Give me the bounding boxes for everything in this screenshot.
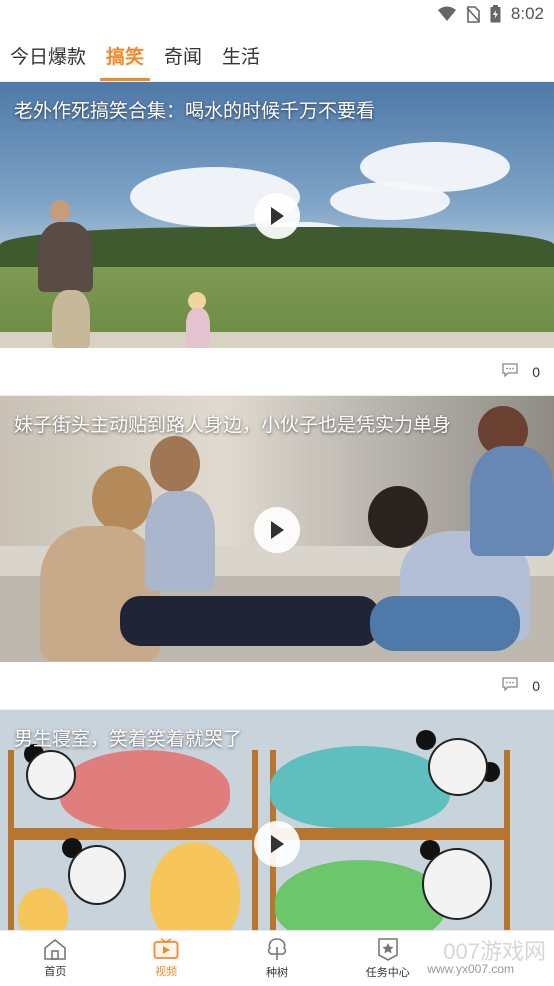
video-card[interactable]: 老外作死搞笑合集：喝水的时候千万不要看 0 [0, 82, 554, 396]
nav-tree-label: 种树 [265, 966, 288, 979]
video-card[interactable]: 妹子街头主动贴到路人身边，小伙子也是凭实力单身 0 [0, 396, 554, 710]
status-bar: 8:02 [0, 0, 554, 28]
tab-life[interactable]: 生活 [222, 42, 260, 81]
video-thumbnail[interactable]: 男生寝室，笑着笑着就哭了 [0, 710, 554, 930]
card-footer: 0 [0, 348, 554, 396]
play-button[interactable] [254, 821, 300, 867]
comment-count: 0 [532, 363, 540, 380]
video-thumbnail[interactable]: 妹子街头主动贴到路人身边，小伙子也是凭实力单身 [0, 396, 554, 662]
nav-home[interactable]: 首页 [0, 931, 111, 986]
video-feed: 老外作死搞笑合集：喝水的时候千万不要看 0 妹子街头主动贴到路人身边，小伙子也是… [0, 82, 554, 930]
nav-task-center-label: 任务中心 [365, 966, 410, 979]
nav-home-label: 首页 [44, 965, 67, 978]
battery-icon [490, 5, 501, 23]
nav-video[interactable]: 视频 [111, 931, 222, 986]
video-card[interactable]: 男生寝室，笑着笑着就哭了 [0, 710, 554, 930]
nav-tree[interactable]: 种树 [222, 931, 333, 986]
tab-today-hot[interactable]: 今日爆款 [10, 42, 86, 81]
video-thumbnail[interactable]: 老外作死搞笑合集：喝水的时候千万不要看 [0, 82, 554, 348]
comment-icon[interactable] [502, 362, 518, 381]
play-icon [271, 521, 284, 539]
nav-task-center[interactable]: 任务中心 [332, 931, 443, 986]
video-title: 老外作死搞笑合集：喝水的时候千万不要看 [14, 100, 376, 122]
play-icon [271, 207, 284, 225]
wifi-icon [437, 6, 456, 22]
tab-funny[interactable]: 搞笑 [100, 42, 151, 81]
video-title: 妹子街头主动贴到路人身边，小伙子也是凭实力单身 [14, 414, 452, 436]
status-time: 8:02 [510, 4, 544, 23]
tab-curious[interactable]: 奇闻 [164, 42, 202, 81]
video-title: 男生寝室，笑着笑着就哭了 [14, 728, 243, 750]
play-button[interactable] [254, 193, 300, 239]
comment-icon[interactable] [502, 676, 518, 695]
watermark-url: www.yx007.com [427, 962, 514, 976]
nav-video-label: 视频 [155, 965, 178, 978]
play-button[interactable] [254, 507, 300, 553]
home-icon [44, 938, 67, 960]
task-icon [377, 938, 398, 961]
no-sim-icon [466, 5, 480, 23]
tree-icon [267, 938, 287, 960]
card-footer: 0 [0, 662, 554, 710]
play-icon [271, 835, 284, 853]
video-icon [153, 938, 179, 959]
category-tabs: 今日爆款 搞笑 奇闻 生活 [0, 28, 554, 82]
comment-count: 0 [532, 677, 540, 694]
